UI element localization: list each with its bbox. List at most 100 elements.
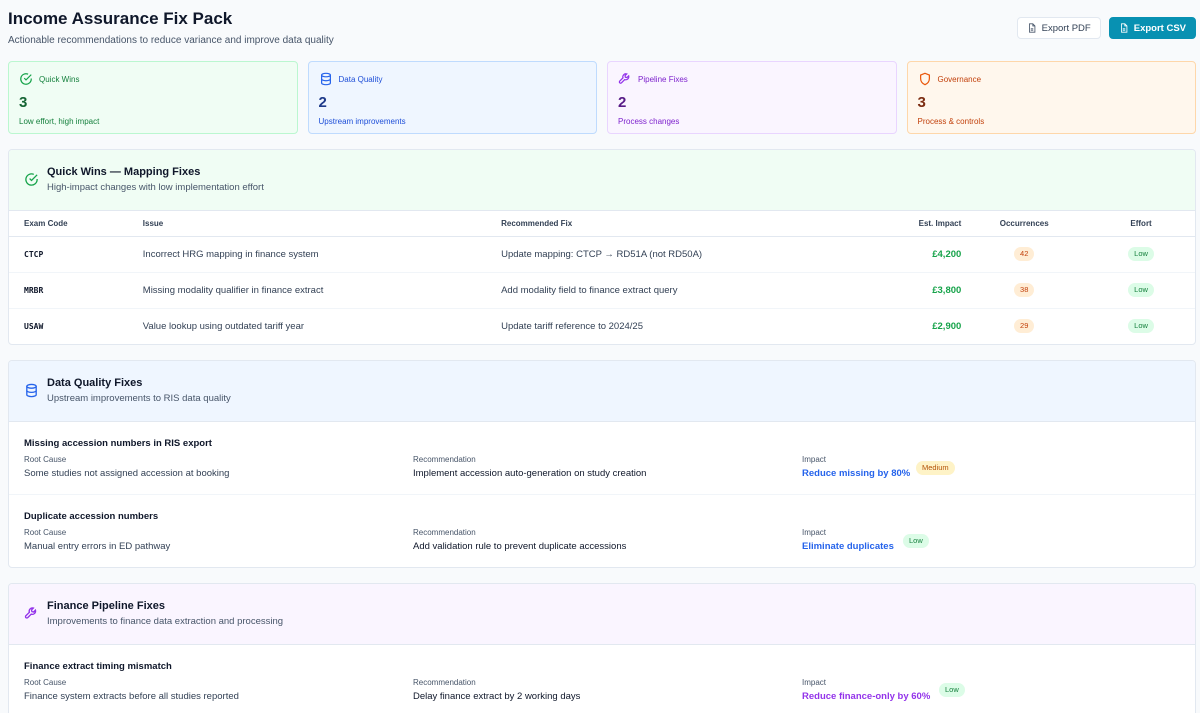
exam-code: MRBR	[24, 285, 44, 295]
recommendation: Recommendation Delay finance extract by …	[413, 678, 580, 702]
impact-label: Impact	[802, 455, 827, 464]
section-subtitle: Upstream improvements to RIS data qualit…	[47, 393, 231, 404]
root-cause: Root Cause Some studies not assigned acc…	[24, 455, 229, 479]
column-header[interactable]: Effort	[1087, 211, 1195, 237]
header-actions: Export PDF Export CSV	[1016, 17, 1196, 39]
list-item[interactable]: Missing accession numbers in RIS export …	[9, 422, 1195, 495]
effort-badge: Low	[903, 534, 929, 548]
table-header-row: Exam Code Issue Recommended Fix Est. Imp…	[9, 211, 1195, 237]
card-quick-wins[interactable]: Quick Wins 3 Low effort, high impact	[8, 61, 298, 134]
table-row[interactable]: CTCP Incorrect HRG mapping in finance sy…	[9, 236, 1195, 273]
recommendation-label: Recommendation	[413, 455, 476, 464]
impact-value: Reduce finance-only by 60%	[802, 691, 931, 702]
recommendation-label: Recommendation	[413, 678, 476, 687]
root-cause-label: Root Cause	[24, 528, 67, 537]
card-desc: Process & controls	[917, 117, 985, 126]
recommendation: Recommendation Implement accession auto-…	[413, 455, 646, 479]
recommendation-value: Implement accession auto-generation on s…	[413, 468, 647, 479]
card-desc: Upstream improvements	[318, 117, 406, 126]
issue-title: Missing accession numbers in RIS export	[24, 438, 212, 449]
list-item[interactable]: Finance extract timing mismatch Root Cau…	[9, 645, 1195, 713]
effort-badge: Medium	[916, 461, 955, 475]
root-cause-value: Some studies not assigned accession at b…	[24, 468, 230, 479]
wrench-icon	[618, 73, 630, 84]
root-cause-label: Root Cause	[24, 455, 67, 464]
impact: Impact Reduce missing by 80%	[802, 455, 910, 479]
quick-wins-section: Quick Wins — Mapping Fixes High-impact c…	[8, 149, 1196, 345]
issue-cell: Incorrect HRG mapping in finance system	[142, 236, 502, 273]
column-header[interactable]: Est. Impact	[837, 211, 962, 237]
recommendation: Recommendation Add validation rule to pr…	[413, 528, 626, 552]
list-item[interactable]: Duplicate accession numbers Root Cause M…	[9, 495, 1195, 567]
impact: Impact Reduce finance-only by 60%	[802, 678, 930, 702]
card-label: Pipeline Fixes	[638, 74, 688, 84]
exam-code: CTCP	[24, 249, 44, 259]
recommendation-value: Delay finance extract by 2 working days	[413, 691, 581, 702]
card-label: Data Quality	[338, 74, 383, 84]
export-csv-button[interactable]: Export CSV	[1108, 17, 1196, 39]
section-subtitle: High-impact changes with low implementat…	[47, 182, 264, 193]
export-pdf-label: Export PDF	[1041, 22, 1091, 34]
card-desc: Process changes	[618, 117, 680, 126]
card-desc: Low effort, high impact	[19, 117, 100, 126]
database-icon	[320, 72, 331, 86]
occurrences-badge: 42	[1014, 247, 1035, 261]
table-row[interactable]: MRBR Missing modality qualifier in finan…	[9, 272, 1195, 309]
effort-badge: Low	[1128, 319, 1154, 334]
fix-cell: Update tariff reference to 2024/25	[501, 320, 643, 332]
section-subtitle: Improvements to finance data extraction …	[47, 616, 284, 627]
impact-cell: £3,800	[837, 272, 962, 309]
column-header[interactable]: Issue	[142, 211, 502, 237]
section-title: Finance Pipeline Fixes	[47, 600, 165, 612]
data-quality-section: Data Quality Fixes Upstream improvements…	[8, 360, 1196, 568]
recommendation-label: Recommendation	[413, 528, 476, 537]
issue-title: Duplicate accession numbers	[24, 511, 159, 522]
root-cause-value: Finance system extracts before all studi…	[24, 691, 239, 702]
impact-value: Eliminate duplicates	[802, 541, 894, 552]
database-icon	[26, 383, 37, 398]
impact-cell: £4,200	[837, 236, 962, 273]
issue-title: Finance extract timing mismatch	[24, 661, 172, 672]
check-circle-icon	[20, 73, 32, 85]
impact-value: Reduce missing by 80%	[802, 468, 911, 479]
card-value: 2	[318, 94, 327, 111]
fix-cell: Update mapping: CTCP → RD51A (not RD50A)	[501, 236, 838, 273]
pipeline-section: Finance Pipeline Fixes Improvements to f…	[8, 583, 1196, 713]
card-label: Governance	[937, 74, 982, 84]
summary-cards: Quick Wins 3 Low effort, high impact Dat…	[8, 61, 1196, 134]
card-governance[interactable]: Governance 3 Process & controls	[906, 61, 1196, 134]
impact-cell: £2,900	[932, 320, 962, 332]
section-title: Data Quality Fixes	[47, 377, 143, 389]
check-circle-icon	[25, 173, 38, 186]
page-header: Income Assurance Fix Pack Actionable rec…	[8, 8, 1196, 50]
section-header: Quick Wins — Mapping Fixes High-impact c…	[9, 150, 1195, 211]
column-header[interactable]: Occurrences	[961, 211, 1088, 237]
fix-cell: Add modality field to finance extract qu…	[501, 272, 838, 309]
column-header[interactable]: Recommended Fix	[501, 211, 838, 237]
card-data-quality[interactable]: Data Quality 2 Upstream improvements	[307, 61, 597, 134]
occurrences-badge: 38	[1014, 283, 1035, 297]
card-pipeline-fixes[interactable]: Pipeline Fixes 2 Process changes	[607, 61, 897, 134]
issue-cell: Value lookup using outdated tariff year	[142, 320, 305, 332]
table-row[interactable]: USAW Value lookup using outdated tariff …	[9, 308, 1195, 344]
effort-badge: Low	[1128, 247, 1154, 261]
root-cause-label: Root Cause	[24, 678, 67, 687]
card-value: 3	[917, 94, 926, 111]
file-icon	[1120, 23, 1128, 33]
column-header[interactable]: Exam Code	[9, 211, 143, 237]
card-label: Quick Wins	[39, 74, 80, 84]
section-header: Data Quality Fixes Upstream improvements…	[9, 361, 1195, 422]
root-cause: Root Cause Manual entry errors in ED pat…	[24, 528, 170, 552]
recommendation-value: Add validation rule to prevent duplicate…	[413, 541, 627, 552]
effort-badge: Low	[939, 683, 965, 697]
issue-cell: Missing modality qualifier in finance ex…	[142, 272, 502, 309]
section-title: Quick Wins — Mapping Fixes	[47, 166, 201, 178]
section-header: Finance Pipeline Fixes Improvements to f…	[9, 584, 1195, 645]
export-pdf-button[interactable]: Export PDF	[1016, 17, 1101, 39]
impact: Impact Eliminate duplicates	[802, 528, 894, 552]
root-cause-value: Manual entry errors in ED pathway	[24, 541, 171, 552]
effort-badge: Low	[1128, 283, 1154, 297]
impact-label: Impact	[802, 678, 827, 687]
card-value: 3	[19, 94, 28, 111]
wrench-icon	[24, 607, 37, 619]
